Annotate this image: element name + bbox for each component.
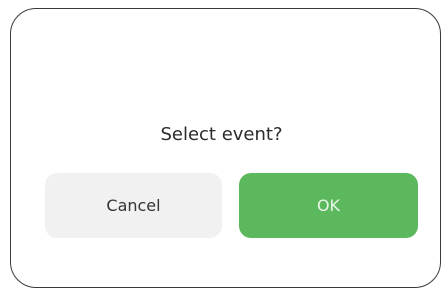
cancel-button-label: Cancel xyxy=(106,196,161,215)
dialog-message: Select event? xyxy=(160,124,283,145)
confirm-dialog xyxy=(10,8,441,288)
ok-button-label: OK xyxy=(316,196,341,215)
cancel-button[interactable]: Cancel xyxy=(45,173,222,238)
ok-button[interactable]: OK xyxy=(239,173,418,238)
